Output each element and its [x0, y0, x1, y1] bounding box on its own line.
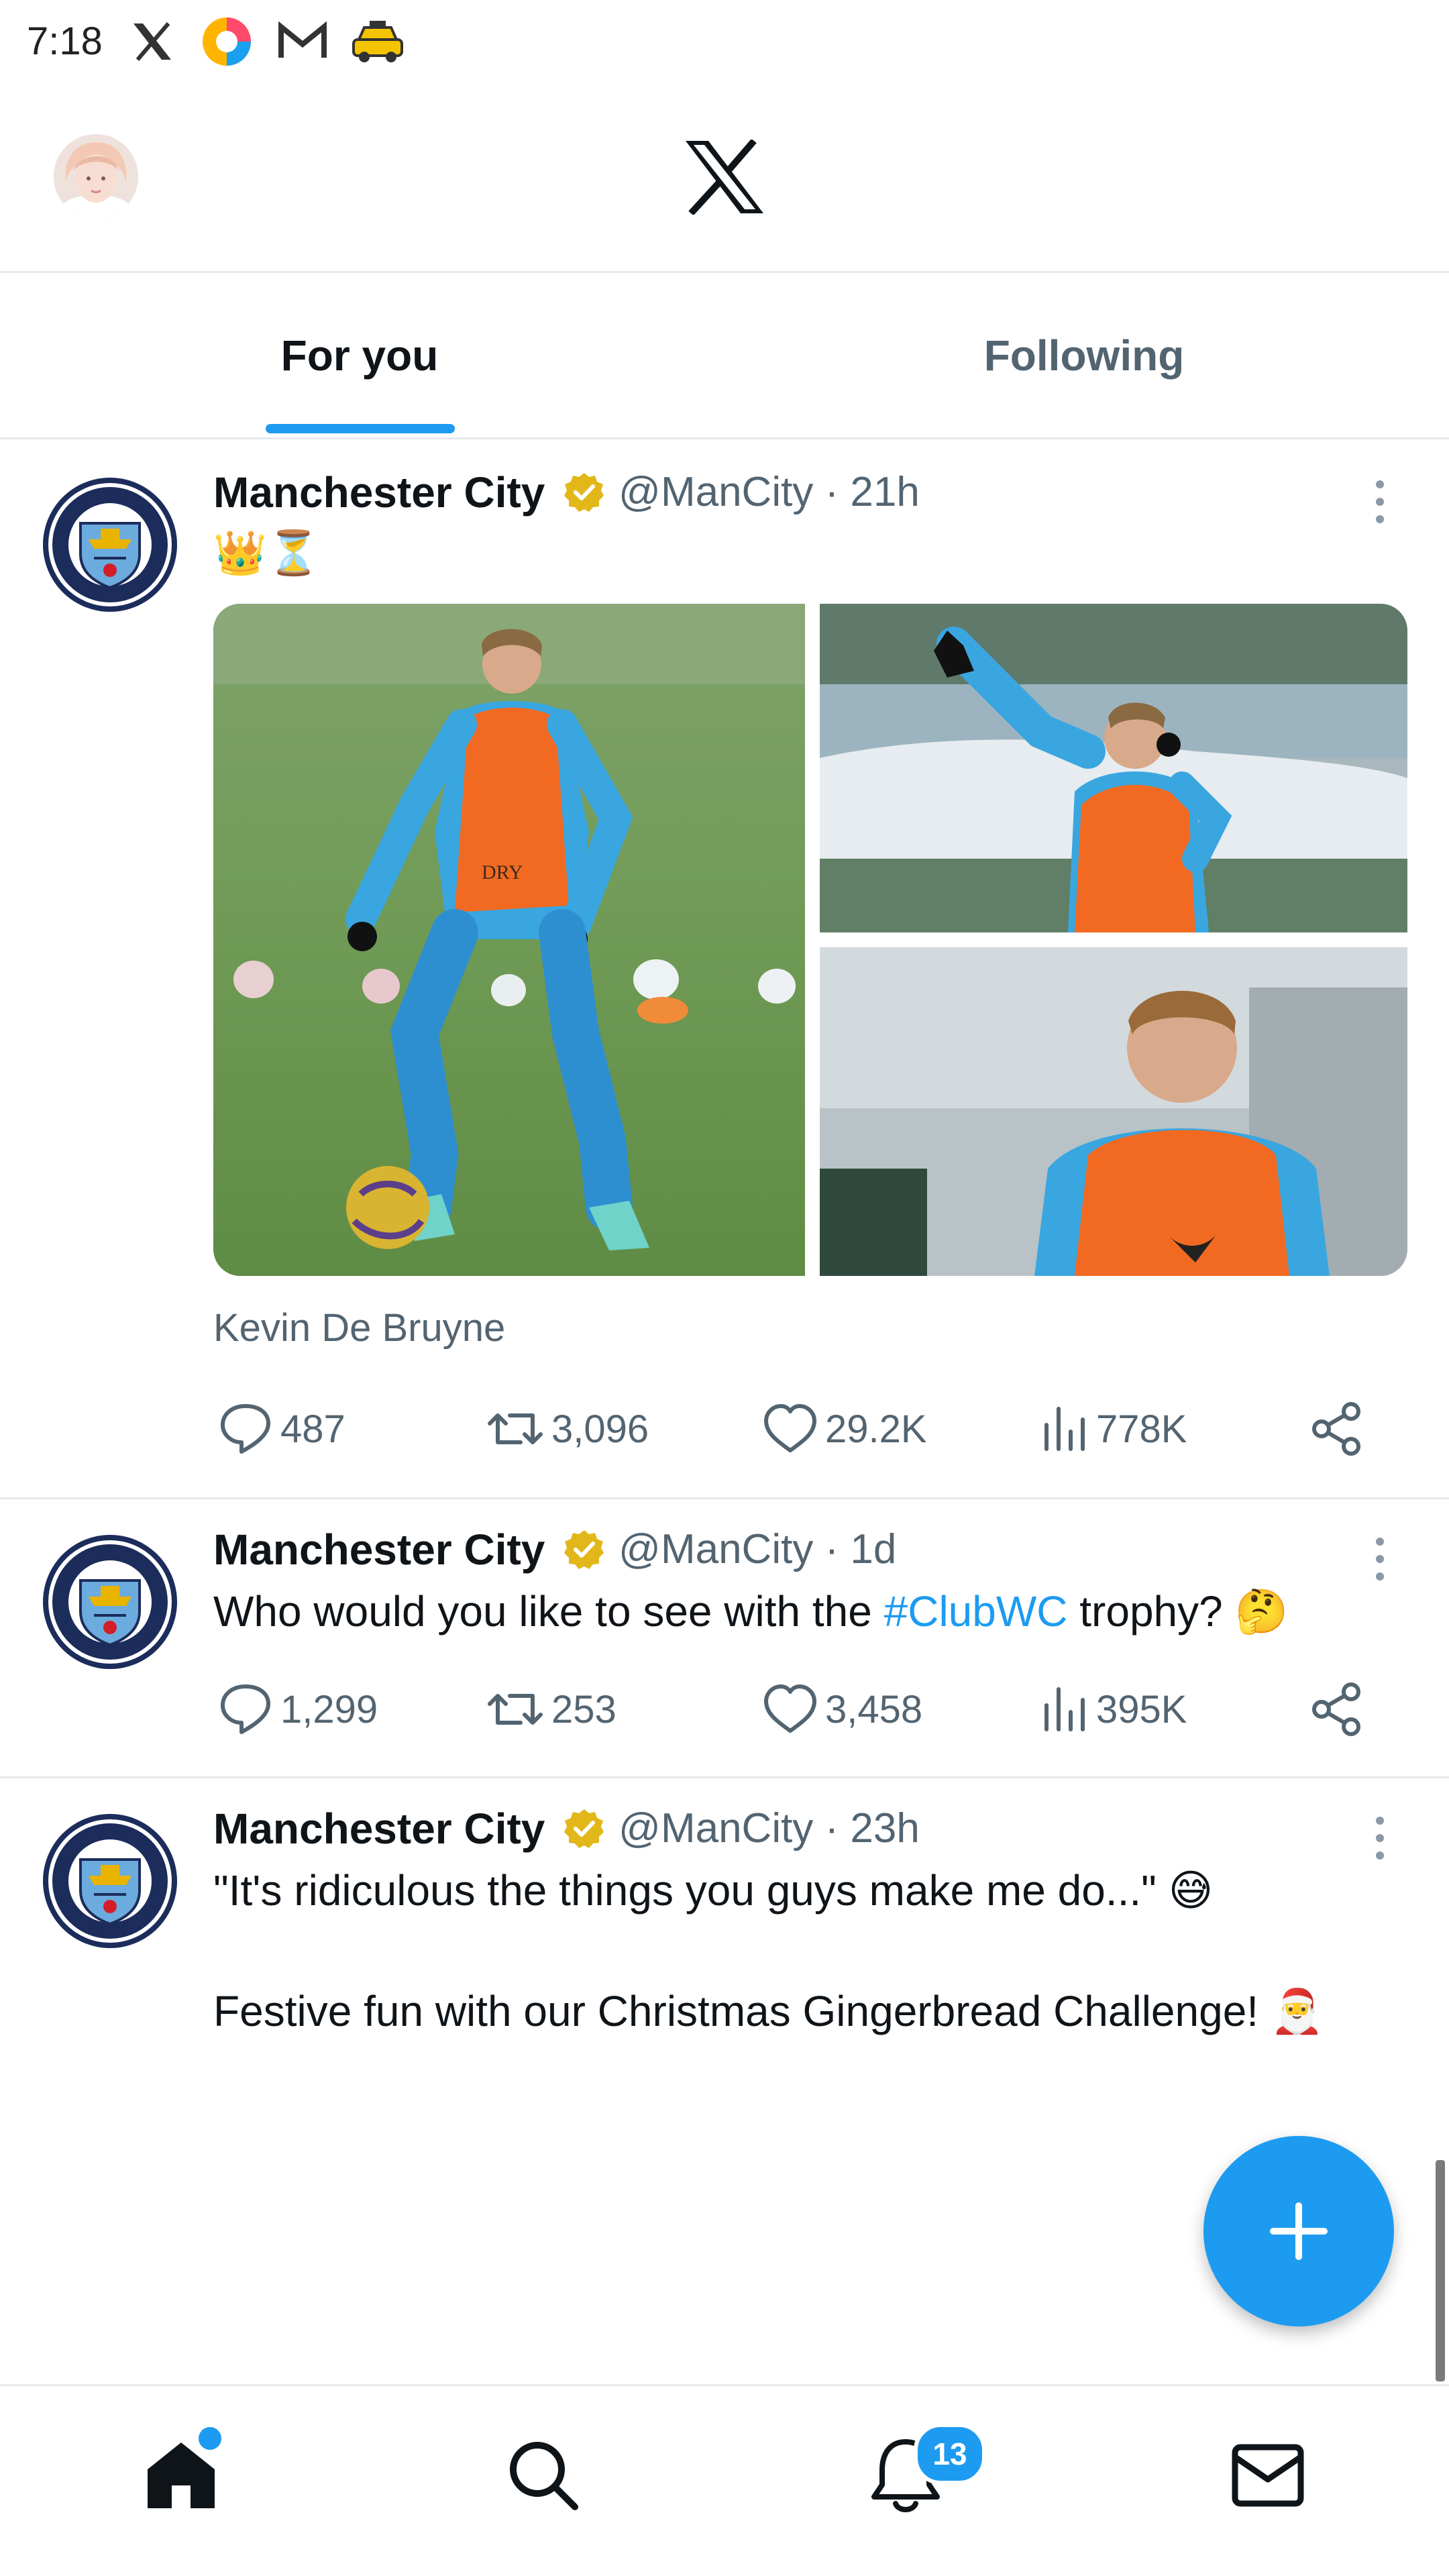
tweet-text-line-2: Festive fun with our Christmas Gingerbre…: [213, 1987, 1324, 2035]
reply-icon: [219, 1402, 272, 1456]
active-tab-indicator: [266, 424, 455, 433]
author-name[interactable]: Manchester City: [213, 1802, 545, 1856]
tweet-text: 👑⏳: [213, 529, 321, 577]
mail-status-icon: [276, 17, 329, 66]
author-avatar[interactable]: [40, 475, 180, 614]
tweet-time: · 23h: [824, 1805, 920, 1851]
plus-icon: [1270, 2202, 1328, 2260]
retweet-icon: [487, 1402, 543, 1456]
like-button[interactable]: 3,458: [763, 1676, 922, 1743]
search-icon: [510, 2442, 578, 2510]
nav-messages[interactable]: [1194, 2415, 1342, 2536]
reply-button[interactable]: 1,299: [219, 1676, 378, 1743]
notification-count-badge: 13: [914, 2423, 986, 2485]
retweet-count: 253: [551, 1687, 616, 1731]
messages-icon: [1232, 2444, 1304, 2507]
tab-for-you[interactable]: For you: [201, 315, 518, 396]
reply-count: 1,299: [280, 1687, 378, 1731]
more-options-icon[interactable]: [1363, 1811, 1397, 1865]
tweet-divider: [0, 1776, 1449, 1778]
compose-tweet-button[interactable]: [1203, 2136, 1394, 2326]
tweet-text: Who would you like to see with the #Club…: [213, 1587, 1289, 1635]
author-avatar[interactable]: [40, 1532, 180, 1672]
browser-status-icon: [199, 17, 255, 66]
more-options-icon[interactable]: [1363, 475, 1397, 529]
like-icon: [763, 1682, 817, 1736]
share-icon: [1311, 1682, 1362, 1736]
media-caption: Kevin De Bruyne: [213, 1306, 506, 1350]
share-icon: [1311, 1402, 1362, 1456]
views-icon: [1041, 1682, 1088, 1736]
author-name[interactable]: Manchester City: [213, 1523, 545, 1576]
svg-text:DRY: DRY: [482, 861, 523, 883]
author-handle[interactable]: @ManCity · 23h: [619, 1802, 920, 1856]
retweet-icon: [487, 1682, 543, 1736]
profile-avatar[interactable]: [54, 134, 138, 219]
views-button[interactable]: 778K: [1041, 1395, 1187, 1462]
x-status-icon: [127, 17, 177, 66]
home-unread-dot: [196, 2424, 224, 2453]
verified-badge-icon: [564, 1529, 605, 1570]
verified-badge-icon: [564, 1808, 605, 1849]
views-icon: [1041, 1402, 1088, 1456]
share-button[interactable]: [1311, 1676, 1370, 1743]
share-button[interactable]: [1311, 1395, 1370, 1462]
tweet-divider: [0, 1497, 1449, 1499]
author-handle[interactable]: @ManCity · 1d: [619, 1523, 896, 1576]
tweet-photo-1[interactable]: DRY: [213, 604, 805, 1276]
tweet-time: · 1d: [824, 1526, 897, 1572]
status-time: 7:18: [27, 19, 103, 63]
like-button[interactable]: 29.2K: [763, 1395, 927, 1462]
author-avatar[interactable]: [40, 1811, 180, 1951]
like-count: 3,458: [825, 1687, 923, 1731]
retweet-button[interactable]: 3,096: [487, 1395, 649, 1462]
retweet-button[interactable]: 253: [487, 1676, 616, 1743]
tweet-photo-2[interactable]: [820, 604, 1407, 932]
tweet-time: · 21h: [824, 469, 920, 515]
scrollbar[interactable]: [1436, 2160, 1445, 2381]
tab-following[interactable]: Following: [912, 315, 1256, 396]
header-divider: [0, 271, 1449, 273]
author-name[interactable]: Manchester City: [213, 466, 545, 519]
tweet-photo-3[interactable]: [820, 947, 1407, 1276]
views-count: 778K: [1096, 1407, 1187, 1451]
tweet-media-grid[interactable]: DRY: [213, 604, 1407, 1276]
retweet-count: 3,096: [551, 1407, 649, 1451]
verified-badge-icon: [564, 472, 605, 513]
nav-home[interactable]: [107, 2415, 255, 2536]
tweet-text-line-1: "It's ridiculous the things you guys mak…: [213, 1866, 1214, 1915]
tabs-divider: [0, 437, 1449, 439]
bottom-nav-divider: [0, 2384, 1449, 2386]
nav-search[interactable]: [470, 2415, 617, 2536]
reply-button[interactable]: 487: [219, 1395, 345, 1462]
views-count: 395K: [1096, 1687, 1187, 1731]
author-handle[interactable]: @ManCity · 21h: [619, 466, 920, 519]
like-count: 29.2K: [825, 1407, 927, 1451]
reply-count: 487: [280, 1407, 345, 1451]
taxi-status-icon: [349, 17, 407, 66]
reply-icon: [219, 1682, 272, 1736]
hashtag-link[interactable]: #ClubWC: [884, 1587, 1068, 1635]
x-logo-icon[interactable]: [684, 138, 765, 216]
views-button[interactable]: 395K: [1041, 1676, 1187, 1743]
more-options-icon[interactable]: [1363, 1532, 1397, 1586]
like-icon: [763, 1402, 817, 1456]
